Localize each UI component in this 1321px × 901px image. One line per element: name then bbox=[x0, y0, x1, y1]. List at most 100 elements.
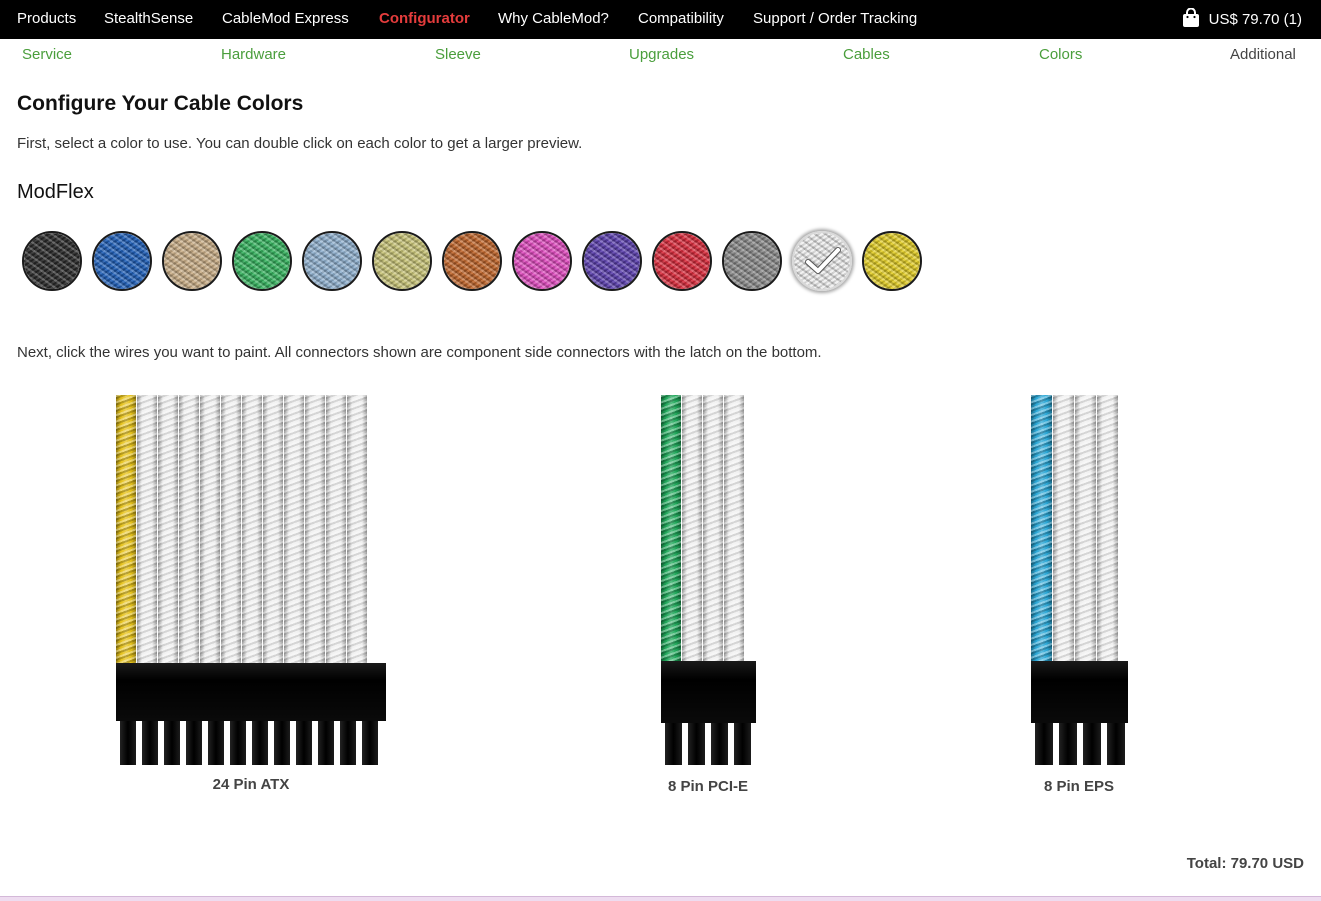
swatch-weave bbox=[724, 233, 780, 289]
connector-pin bbox=[711, 723, 728, 765]
connector-pin bbox=[274, 721, 290, 765]
connector-24-pin-atx bbox=[116, 395, 386, 765]
cable-wire[interactable] bbox=[242, 395, 262, 665]
cable-wire[interactable] bbox=[661, 395, 681, 663]
color-swatch[interactable] bbox=[862, 231, 922, 291]
intro-text: First, select a color to use. You can do… bbox=[17, 135, 583, 152]
connector-pin bbox=[665, 723, 682, 765]
connector-pin bbox=[1107, 723, 1125, 765]
cable-wire[interactable] bbox=[221, 395, 241, 665]
swatch-weave bbox=[94, 233, 150, 289]
step-upgrades[interactable]: Upgrades bbox=[629, 46, 694, 63]
color-swatch[interactable] bbox=[92, 231, 152, 291]
color-swatch[interactable] bbox=[652, 231, 712, 291]
step-cables[interactable]: Cables bbox=[843, 46, 890, 63]
connector-pin bbox=[1035, 723, 1053, 765]
connector-housing bbox=[116, 663, 386, 721]
connector-pin bbox=[164, 721, 180, 765]
connector-pin bbox=[186, 721, 202, 765]
cable-wire[interactable] bbox=[326, 395, 346, 665]
connector-pin bbox=[1083, 723, 1101, 765]
cable-wire[interactable] bbox=[1097, 395, 1118, 663]
connector-pin bbox=[734, 723, 751, 765]
connector-pin bbox=[688, 723, 705, 765]
step-colors[interactable]: Colors bbox=[1039, 46, 1082, 63]
nav-why-cablemod[interactable]: Why CableMod? bbox=[498, 10, 609, 27]
cable-wire[interactable] bbox=[682, 395, 702, 663]
step-sleeve[interactable]: Sleeve bbox=[435, 46, 481, 63]
cable-wire[interactable] bbox=[347, 395, 367, 665]
color-swatch[interactable] bbox=[162, 231, 222, 291]
step-additional[interactable]: Additional bbox=[1230, 46, 1296, 63]
connector-label-8-pin-eps: 8 Pin EPS bbox=[1043, 778, 1115, 795]
cable-wire[interactable] bbox=[703, 395, 723, 663]
color-swatch[interactable] bbox=[512, 231, 572, 291]
shopping-bag-icon bbox=[1182, 8, 1199, 27]
step-hardware[interactable]: Hardware bbox=[221, 46, 286, 63]
cable-wire[interactable] bbox=[263, 395, 283, 665]
cable-wire[interactable] bbox=[158, 395, 178, 665]
step-service[interactable]: Service bbox=[22, 46, 72, 63]
page-title: Configure Your Cable Colors bbox=[17, 92, 304, 115]
checkmark-icon bbox=[805, 247, 841, 274]
swatch-weave bbox=[374, 233, 430, 289]
connector-housing bbox=[1031, 661, 1128, 723]
connector-label-24-pin-atx: 24 Pin ATX bbox=[212, 776, 290, 793]
cable-wire[interactable] bbox=[116, 395, 136, 665]
nav-products[interactable]: Products bbox=[17, 10, 76, 27]
footer-strip bbox=[0, 896, 1321, 901]
sleeve-series-title: ModFlex bbox=[17, 181, 94, 203]
color-swatch[interactable] bbox=[442, 231, 502, 291]
nav-support-order-tracking[interactable]: Support / Order Tracking bbox=[753, 10, 917, 27]
swatch-weave bbox=[304, 233, 360, 289]
cable-wire[interactable] bbox=[305, 395, 325, 665]
connector-pin bbox=[208, 721, 224, 765]
connector-8-pin-pcie bbox=[661, 395, 756, 765]
swatch-weave bbox=[234, 233, 290, 289]
connector-pin bbox=[252, 721, 268, 765]
nav-configurator[interactable]: Configurator bbox=[379, 10, 470, 27]
connector-housing bbox=[661, 661, 756, 723]
connector-pin bbox=[362, 721, 378, 765]
cable-wire[interactable] bbox=[1053, 395, 1074, 663]
swatch-weave bbox=[514, 233, 570, 289]
cable-wire[interactable] bbox=[1031, 395, 1052, 663]
color-swatch[interactable] bbox=[372, 231, 432, 291]
color-swatch[interactable] bbox=[232, 231, 292, 291]
color-swatch[interactable] bbox=[22, 231, 82, 291]
swatch-weave bbox=[444, 233, 500, 289]
connector-pin bbox=[340, 721, 356, 765]
swatch-weave bbox=[24, 233, 80, 289]
connector-label-8-pin-pcie: 8 Pin PCI-E bbox=[667, 778, 749, 795]
order-total: Total: 79.70 USD bbox=[1186, 855, 1304, 872]
cable-wire[interactable] bbox=[284, 395, 304, 665]
top-navigation: Products StealthSense CableMod Express C… bbox=[0, 0, 1321, 39]
color-swatch[interactable] bbox=[792, 231, 852, 291]
cable-wire[interactable] bbox=[724, 395, 744, 663]
cable-wire[interactable] bbox=[200, 395, 220, 665]
swatch-weave bbox=[864, 233, 920, 289]
cart-total-label: US$ 79.70 (1) bbox=[1208, 10, 1302, 28]
nav-compatibility[interactable]: Compatibility bbox=[638, 10, 724, 27]
instruction-text: Next, click the wires you want to paint.… bbox=[17, 344, 822, 361]
connector-pin bbox=[1059, 723, 1077, 765]
connector-pin bbox=[230, 721, 246, 765]
swatch-weave bbox=[164, 233, 220, 289]
color-swatch[interactable] bbox=[302, 231, 362, 291]
connector-8-pin-eps bbox=[1031, 395, 1128, 765]
cart-button[interactable]: US$ 79.70 (1) bbox=[1182, 8, 1302, 28]
connector-pin bbox=[120, 721, 136, 765]
cable-wire[interactable] bbox=[137, 395, 157, 665]
nav-stealthsense[interactable]: StealthSense bbox=[104, 10, 193, 27]
configurator-steps: Service Hardware Sleeve Upgrades Cables … bbox=[0, 39, 1321, 69]
connector-pin bbox=[142, 721, 158, 765]
color-swatch[interactable] bbox=[722, 231, 782, 291]
swatch-weave bbox=[654, 233, 710, 289]
swatch-weave bbox=[584, 233, 640, 289]
connector-pin bbox=[296, 721, 312, 765]
connector-pin bbox=[318, 721, 334, 765]
color-swatch[interactable] bbox=[582, 231, 642, 291]
cable-wire[interactable] bbox=[1075, 395, 1096, 663]
nav-cablemod-express[interactable]: CableMod Express bbox=[222, 10, 349, 27]
cable-wire[interactable] bbox=[179, 395, 199, 665]
